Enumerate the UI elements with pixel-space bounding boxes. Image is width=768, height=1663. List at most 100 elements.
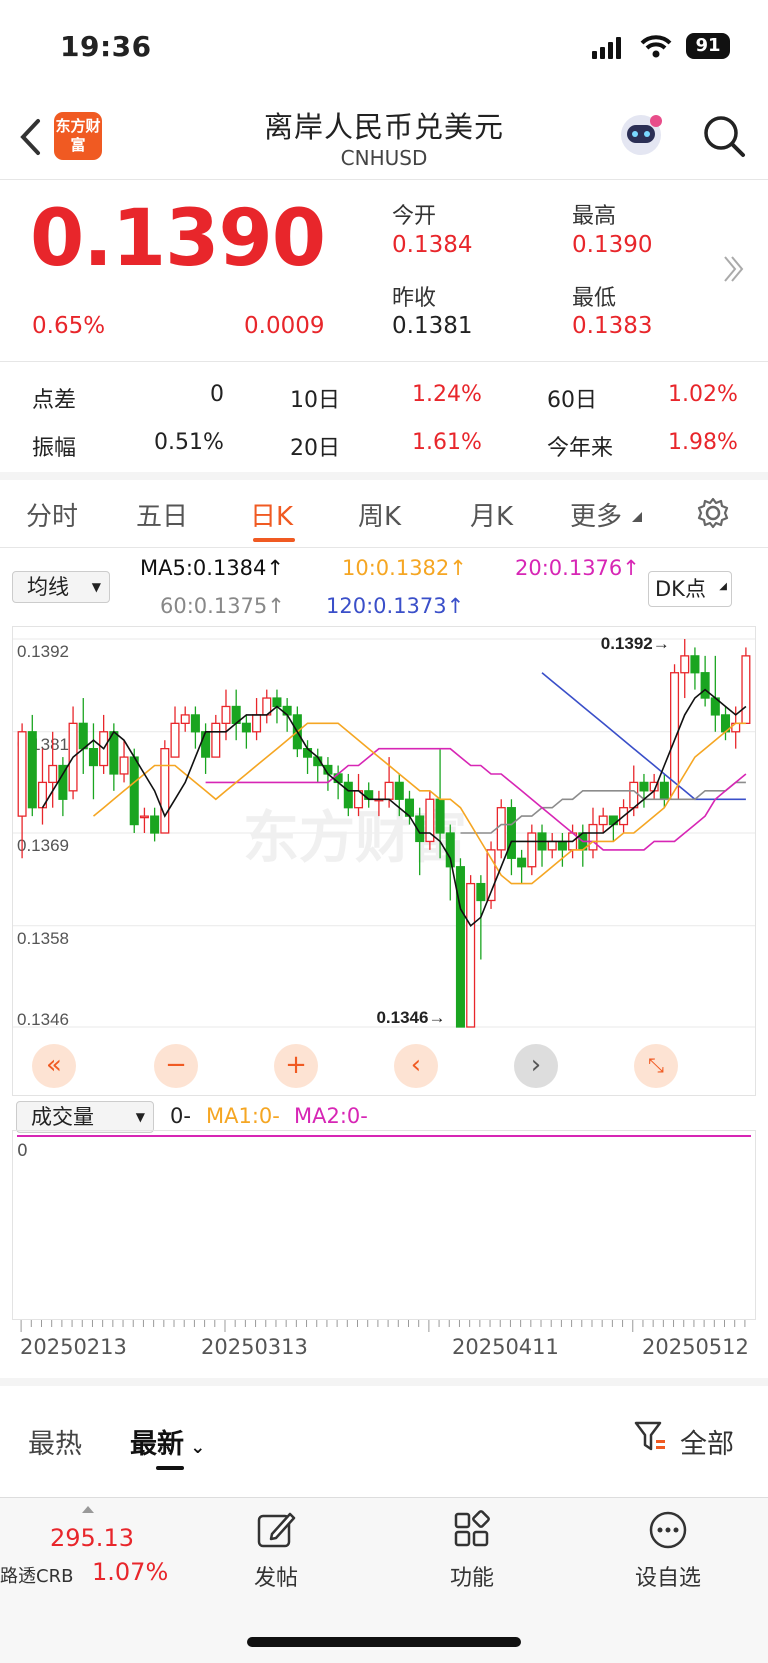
- d20-value: 1.61%: [412, 430, 482, 455]
- wifi-icon: [640, 35, 672, 58]
- candle-body: [598, 815, 608, 826]
- low-label: 最低: [572, 286, 617, 311]
- functions-grid-icon[interactable]: [452, 1510, 492, 1550]
- candle-body: [496, 807, 506, 851]
- up-arrow-icon: ↑: [622, 556, 640, 580]
- scroll-left-button[interactable]: ‹: [394, 1044, 438, 1088]
- d10-value: 1.24%: [412, 382, 482, 407]
- volume-selector[interactable]: 成交量 ▼: [16, 1101, 154, 1133]
- candle-body: [180, 714, 190, 724]
- tab-intraday[interactable]: 分时: [26, 496, 78, 533]
- kline-chart-svg: 0.13920.13810.13690.13580.1346东方财富0.1392…: [13, 634, 755, 1029]
- ma10-legend: 10:0.1382↑: [342, 556, 467, 580]
- candle-body: [201, 731, 211, 758]
- spread-label: 点差: [32, 388, 77, 413]
- home-indicator: [247, 1637, 521, 1647]
- candle-body: [639, 781, 649, 792]
- change-value: 0.0009: [244, 313, 325, 339]
- assistant-robot-icon[interactable]: [616, 110, 666, 160]
- ma120-legend: 120:0.1373↑: [326, 594, 464, 618]
- active-tab-indicator: [253, 538, 295, 542]
- nav-set-watchlist[interactable]: 设自选: [608, 1560, 728, 1592]
- low-value: 0.1383: [572, 313, 653, 339]
- filter-icon[interactable]: [634, 1420, 666, 1454]
- battery-indicator: 91: [686, 33, 730, 59]
- settings-gear-icon[interactable]: [696, 496, 730, 530]
- tab-more[interactable]: 更多: [570, 496, 622, 533]
- candle-body: [680, 655, 690, 674]
- volume-chart: 0: [12, 1130, 756, 1320]
- candle-body: [466, 882, 476, 1028]
- tab-hot[interactable]: 最热: [28, 1422, 82, 1461]
- tab-daily-k[interactable]: 日K: [250, 496, 293, 533]
- ma-selector[interactable]: 均线 ▼: [12, 571, 110, 603]
- d60-value: 1.02%: [668, 382, 738, 407]
- ytd-label: 今年来: [547, 436, 614, 461]
- y-tick-label: 0.1392: [17, 642, 69, 661]
- date-axis-ticks: [20, 1320, 746, 1332]
- nav-functions[interactable]: 功能: [412, 1560, 532, 1592]
- filter-all[interactable]: 全部: [680, 1422, 734, 1461]
- index-name[interactable]: 路透CRB: [0, 1562, 73, 1588]
- prev-close-value: 0.1381: [392, 313, 473, 339]
- search-icon[interactable]: [702, 114, 746, 158]
- tab-latest[interactable]: 最新 ⌄: [130, 1422, 205, 1461]
- d10-label: 10日: [290, 388, 340, 413]
- chevron-down-icon: ⌄: [184, 1437, 206, 1458]
- stats-panel: 点差 0 10日 1.24% 60日 1.02% 振幅 0.51% 20日 1.…: [0, 362, 768, 480]
- amplitude-label: 振幅: [32, 436, 77, 461]
- ma-selector-label: 均线: [27, 575, 69, 599]
- scroll-far-left-button[interactable]: «: [32, 1044, 76, 1088]
- candle-body: [517, 857, 527, 868]
- candle-body: [109, 731, 119, 775]
- up-arrow-icon: ↑: [446, 594, 465, 618]
- scroll-right-button[interactable]: ›: [514, 1044, 558, 1088]
- candle-body: [139, 815, 149, 819]
- tab-five-day[interactable]: 五日: [136, 496, 188, 533]
- nav-post[interactable]: 发帖: [216, 1560, 336, 1592]
- open-label: 今开: [392, 204, 437, 229]
- chevron-right-icon[interactable]: [722, 254, 746, 284]
- period-tabs: 分时 五日 日K 周K 月K 更多: [0, 480, 768, 548]
- dk-point-button[interactable]: DK点 ◢: [648, 571, 732, 607]
- tab-weekly-k[interactable]: 周K: [358, 496, 401, 533]
- candle-body: [741, 655, 751, 724]
- ma5-value: MA5:0.1384: [140, 556, 267, 580]
- amplitude-value: 0.51%: [154, 430, 224, 455]
- candle-body: [455, 866, 465, 1028]
- candle-body: [27, 731, 37, 809]
- date-label-2: 20250313: [201, 1335, 308, 1359]
- candle-body: [252, 714, 262, 733]
- more-options-icon[interactable]: [648, 1510, 688, 1550]
- candle-body: [303, 748, 313, 758]
- index-value[interactable]: 295.13: [50, 1524, 134, 1552]
- candle-body: [221, 705, 231, 724]
- candle-body: [48, 764, 58, 784]
- kline-chart[interactable]: 0.1392 0.1381 0.1369 0.1358 0.1346 东方财富 0.1392…: [12, 626, 756, 1096]
- high-value: 0.1390: [572, 232, 653, 258]
- candle-body: [129, 756, 139, 826]
- volume-axis-zero: 0: [17, 1141, 28, 1161]
- zoom-out-button[interactable]: −: [154, 1044, 198, 1088]
- fullscreen-button[interactable]: ⤡: [634, 1044, 678, 1088]
- y-tick-label: 0.1346: [17, 1010, 69, 1029]
- status-bar: 19:36 91: [0, 0, 768, 100]
- last-price: 0.1390: [30, 194, 326, 284]
- tab-monthly-k[interactable]: 月K: [470, 496, 513, 533]
- ma60-legend: 60:0.1375↑: [160, 594, 285, 618]
- candle-body: [17, 731, 27, 817]
- volume-value: 0-: [170, 1104, 191, 1128]
- candle-body: [557, 840, 567, 851]
- zoom-in-button[interactable]: +: [274, 1044, 318, 1088]
- candle-body: [700, 672, 710, 699]
- volume-ma-line: [17, 1135, 751, 1137]
- expand-up-icon[interactable]: [82, 1506, 94, 1513]
- candle-body: [170, 722, 180, 758]
- candle-body: [588, 823, 598, 851]
- candle-body: [527, 832, 537, 868]
- y-tick-label: 0.1358: [17, 929, 69, 948]
- index-change[interactable]: 1.07%: [92, 1558, 168, 1586]
- candle-body: [241, 722, 251, 733]
- candle-body: [211, 722, 221, 758]
- compose-post-icon[interactable]: [256, 1510, 296, 1550]
